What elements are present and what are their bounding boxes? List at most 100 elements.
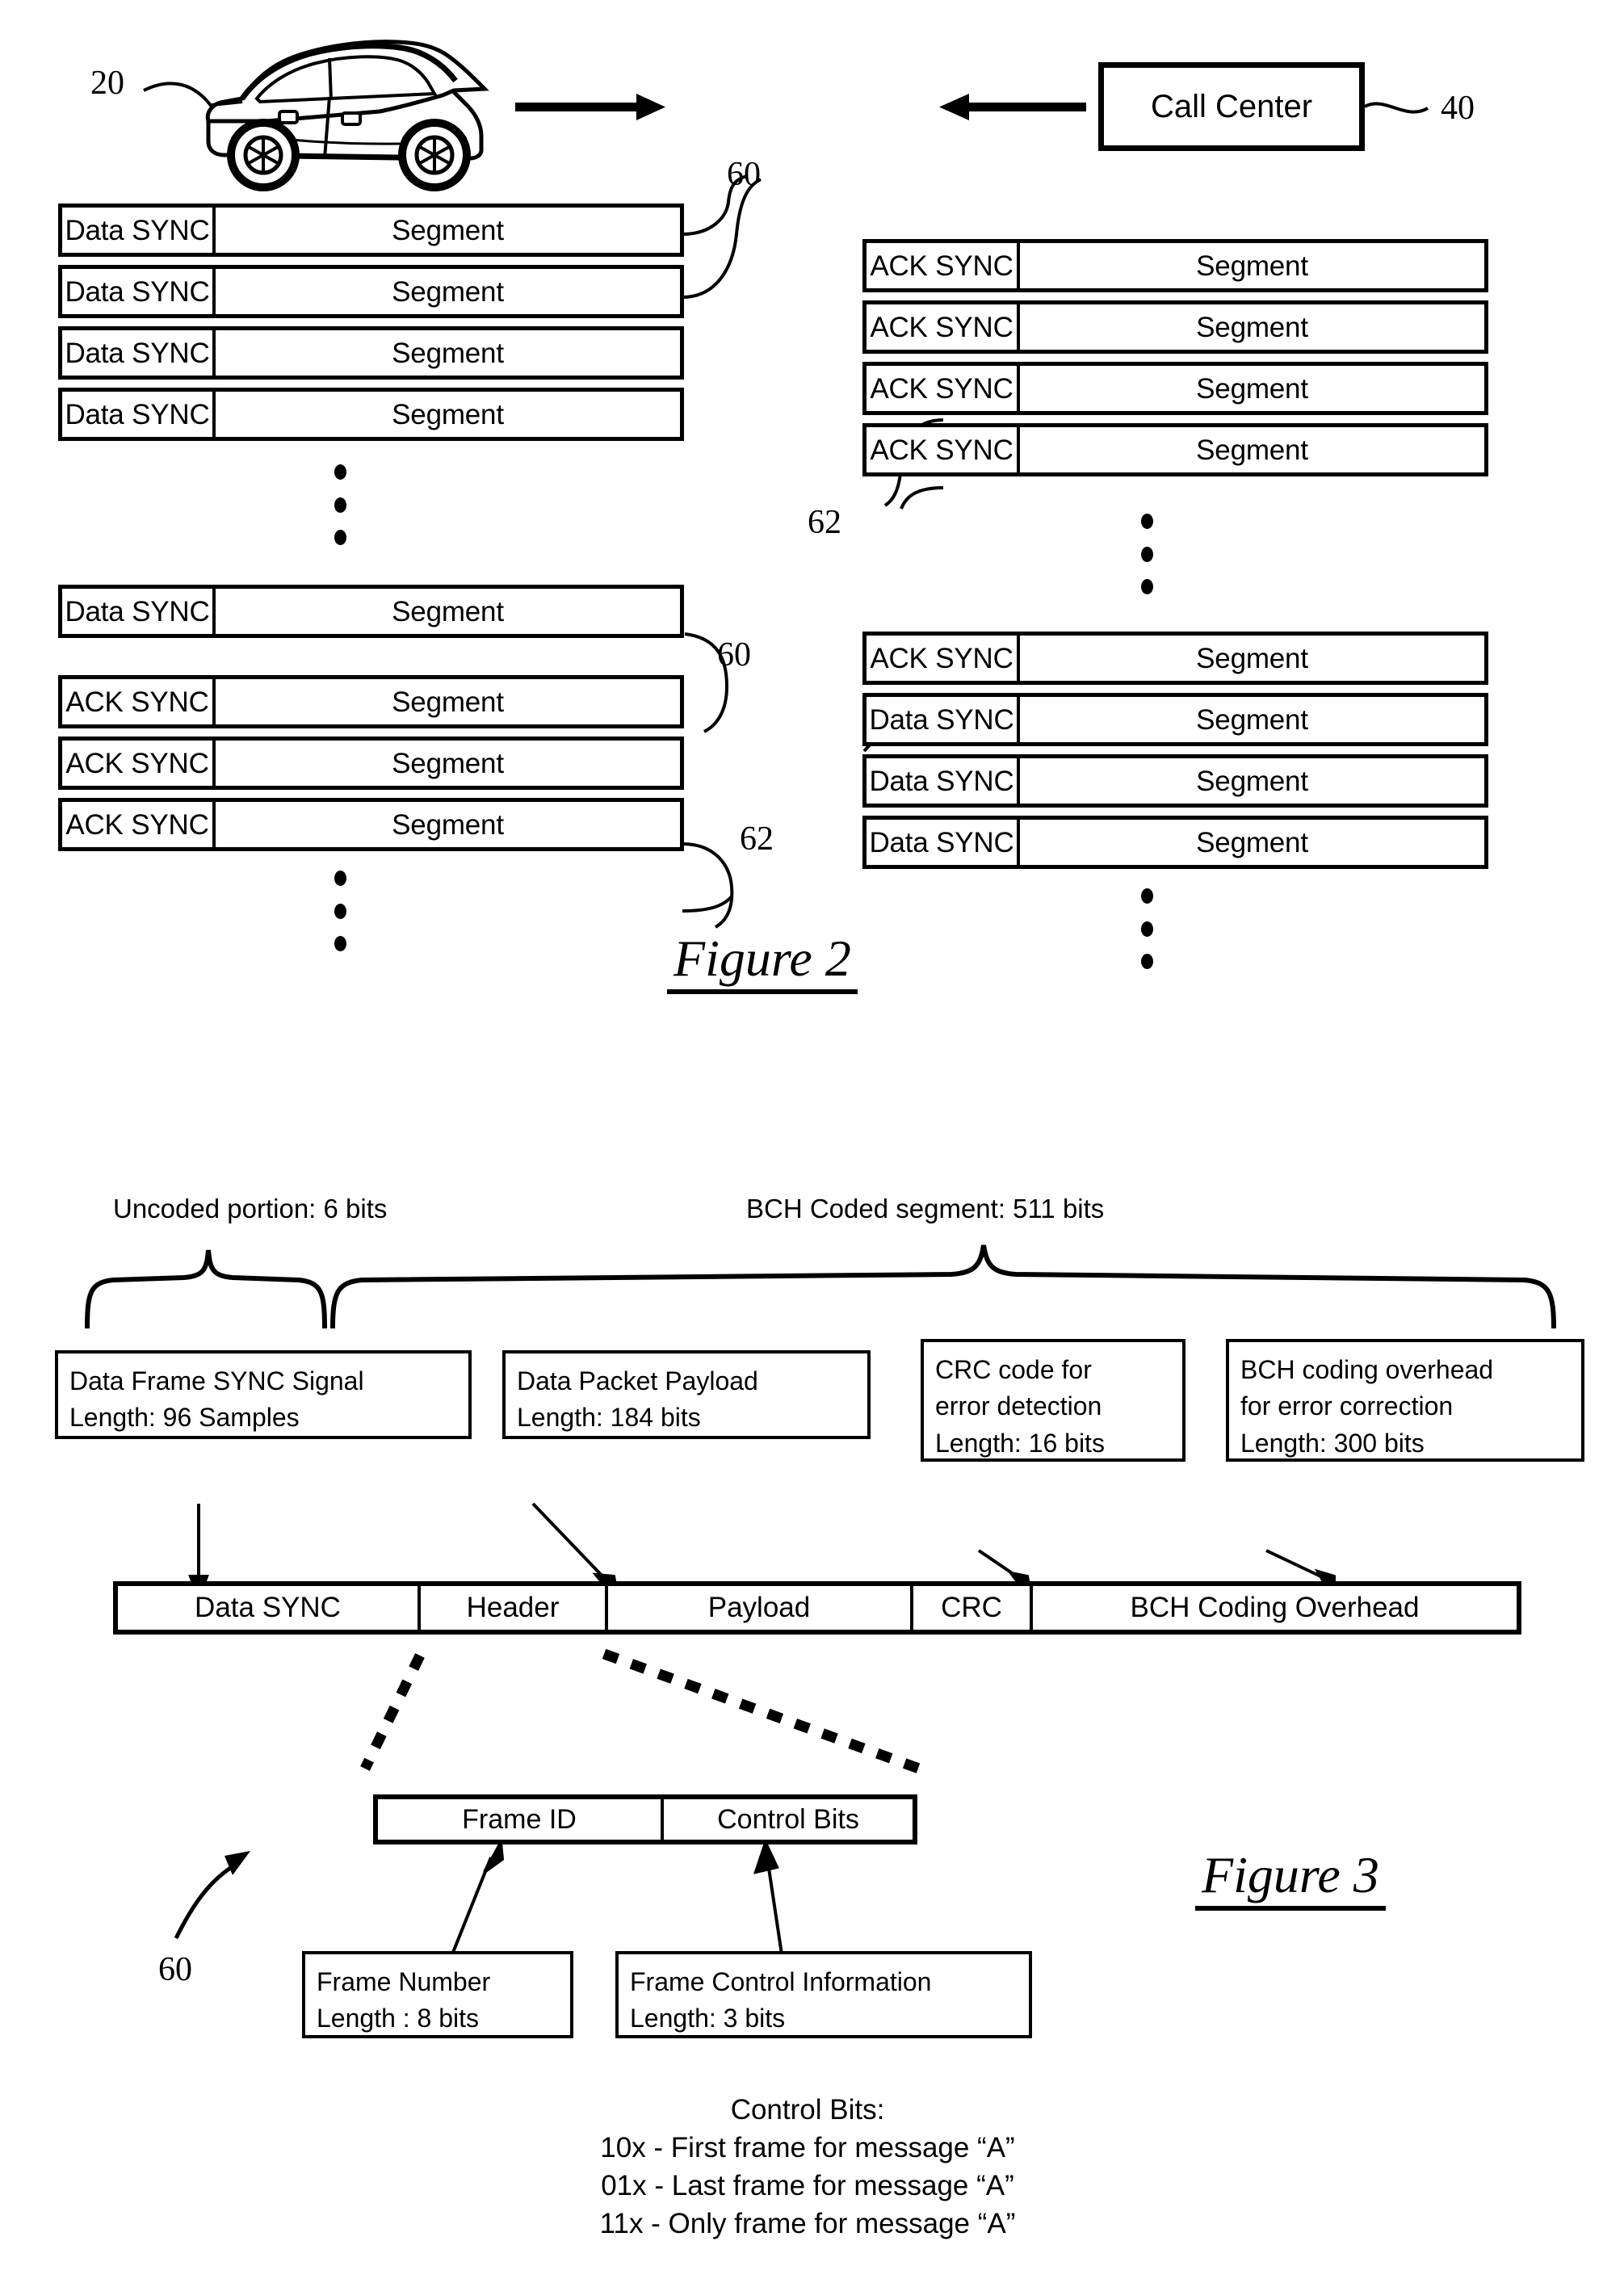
frame-sync-label: Data SYNC bbox=[62, 589, 216, 634]
leader-left-62-b bbox=[682, 895, 733, 913]
vertical-ellipsis bbox=[1140, 514, 1153, 594]
desc-line: Frame Control Information bbox=[630, 1967, 932, 1996]
arrow-bch bbox=[1265, 1549, 1332, 1583]
frame-sync-label: ACK SYNC bbox=[867, 366, 1020, 411]
subbar-seg-control-bits: Control Bits bbox=[717, 1803, 859, 1835]
frame-row: ACK SYNC Segment bbox=[58, 737, 684, 790]
desc-line: Length: 300 bits bbox=[1240, 1428, 1425, 1458]
frame-row: Data SYNC Segment bbox=[58, 388, 684, 441]
header-structure-bar: Frame ID Control Bits bbox=[373, 1794, 917, 1844]
desc-box-frame-number: Frame Number Length : 8 bits bbox=[302, 1951, 573, 2038]
desc-line: Data Packet Payload bbox=[517, 1366, 758, 1395]
legend-title: Control Bits: bbox=[730, 2094, 885, 2126]
leader-ref-20 bbox=[143, 82, 213, 108]
frame-segment-label: Segment bbox=[1196, 372, 1308, 405]
desc-line: Data Frame SYNC Signal bbox=[69, 1366, 364, 1395]
ref-numeral-60: 60 bbox=[727, 156, 761, 193]
desc-box-bch: BCH coding overhead for error correction… bbox=[1226, 1339, 1584, 1462]
header-expansion-lines bbox=[360, 1648, 921, 1774]
leader-ref-40 bbox=[1364, 102, 1429, 114]
frame-row: Data SYNC Segment bbox=[58, 265, 684, 318]
call-center-box: Call Center bbox=[1098, 62, 1365, 151]
vehicle-icon bbox=[205, 40, 489, 162]
frame-sync-label: ACK SYNC bbox=[62, 679, 216, 724]
vertical-ellipsis bbox=[334, 871, 346, 951]
frame-segment-label: Segment bbox=[1196, 765, 1308, 797]
legend-line: 10x - First frame for message “A” bbox=[600, 2131, 1015, 2163]
arrow-crc bbox=[977, 1549, 1026, 1583]
frame-sync-label: ACK SYNC bbox=[867, 304, 1020, 350]
desc-box-frame-control: Frame Control Information Length: 3 bits bbox=[615, 1951, 1032, 2038]
ref-numeral-62: 62 bbox=[740, 820, 774, 858]
frame-segment-label: Segment bbox=[392, 808, 504, 841]
ref-numeral-62: 62 bbox=[808, 504, 841, 541]
frame-segment-label: Segment bbox=[1196, 434, 1308, 466]
desc-line: Length: 16 bits bbox=[935, 1428, 1105, 1458]
leader-right-62-b bbox=[900, 486, 944, 510]
bar-seg-payload: Payload bbox=[608, 1586, 913, 1630]
desc-box-data-sync: Data Frame SYNC Signal Length: 96 Sample… bbox=[55, 1350, 472, 1439]
frame-row: Data SYNC Segment bbox=[862, 816, 1488, 869]
frame-row: ACK SYNC Segment bbox=[862, 362, 1488, 415]
frame-row: Data SYNC Segment bbox=[862, 754, 1488, 808]
frame-row: Data SYNC Segment bbox=[862, 693, 1488, 746]
brace-label-uncoded: Uncoded portion: 6 bits bbox=[113, 1194, 388, 1223]
vertical-ellipsis bbox=[1140, 888, 1153, 969]
downlink-arrow bbox=[939, 94, 1086, 120]
frame-segment-label: Segment bbox=[392, 275, 504, 308]
brace-label-bch: BCH Coded segment: 511 bits bbox=[746, 1194, 1105, 1223]
frame-segment-label: Segment bbox=[1196, 703, 1308, 736]
legend-line: 01x - Last frame for message “A” bbox=[601, 2169, 1014, 2201]
desc-line: Length: 3 bits bbox=[630, 2004, 786, 2033]
frame-sync-label: Data SYNC bbox=[62, 208, 216, 253]
patent-figure-page: 20 Call Center 40 Data SYNC Segment Data… bbox=[0, 0, 1624, 2283]
leader-ref-60-fig3 bbox=[174, 1851, 250, 1940]
frame-segment-label: Segment bbox=[1196, 311, 1308, 343]
frame-sync-label: Data SYNC bbox=[867, 758, 1020, 804]
brace-uncoded bbox=[85, 1249, 327, 1329]
frame-sync-label: Data SYNC bbox=[62, 392, 216, 437]
frame-sync-label: Data SYNC bbox=[867, 820, 1020, 865]
vertical-ellipsis bbox=[334, 464, 346, 545]
frame-row: ACK SYNC Segment bbox=[862, 239, 1488, 292]
frame-segment-label: Segment bbox=[392, 214, 504, 246]
ref-numeral-20: 20 bbox=[90, 65, 124, 102]
desc-line: CRC code for bbox=[935, 1355, 1092, 1384]
frame-row: ACK SYNC Segment bbox=[58, 675, 684, 728]
frame-sync-label: ACK SYNC bbox=[867, 427, 1020, 472]
subbar-seg-frame-id: Frame ID bbox=[378, 1799, 664, 1840]
frame-row: ACK SYNC Segment bbox=[58, 798, 684, 851]
arrow-payload bbox=[531, 1502, 609, 1583]
frame-row: ACK SYNC Segment bbox=[862, 423, 1488, 476]
desc-line: Frame Number bbox=[317, 1967, 491, 1996]
desc-box-payload: Data Packet Payload Length: 184 bits bbox=[502, 1350, 871, 1439]
frame-segment-label: Segment bbox=[392, 747, 504, 779]
frame-segment-label: Segment bbox=[1196, 250, 1308, 282]
figure-3-caption: Figure 3 bbox=[1195, 1849, 1386, 1911]
arrow-frame-number bbox=[451, 1857, 493, 1955]
frame-row: Data SYNC Segment bbox=[58, 585, 684, 638]
desc-line: Length : 8 bits bbox=[317, 2004, 480, 2033]
legend-line: 11x - Only frame for message “A” bbox=[599, 2207, 1016, 2239]
brace-bch bbox=[330, 1244, 1556, 1329]
frame-sync-label: ACK SYNC bbox=[62, 741, 216, 786]
uplink-arrow bbox=[515, 94, 665, 120]
leader-left-62-a bbox=[682, 842, 734, 929]
frame-sync-label: Data SYNC bbox=[62, 269, 216, 314]
frame-segment-label: Segment bbox=[392, 398, 504, 430]
frame-sync-label: Data SYNC bbox=[62, 330, 216, 376]
frame-sync-label: ACK SYNC bbox=[62, 802, 216, 847]
desc-line: for error correction bbox=[1240, 1391, 1454, 1421]
frame-structure-bar: Data SYNC Header Payload CRC BCH Coding … bbox=[113, 1581, 1521, 1635]
desc-line: Length: 184 bits bbox=[517, 1403, 701, 1433]
frame-sync-label: ACK SYNC bbox=[867, 636, 1020, 681]
frame-row: Data SYNC Segment bbox=[58, 204, 684, 257]
frame-row: ACK SYNC Segment bbox=[862, 300, 1488, 354]
ref-numeral-60: 60 bbox=[158, 1951, 192, 1988]
frame-row: Data SYNC Segment bbox=[58, 326, 684, 380]
desc-line: error detection bbox=[935, 1391, 1102, 1421]
bar-seg-data-sync: Data SYNC bbox=[118, 1586, 421, 1630]
vehicle-wheels bbox=[227, 119, 471, 191]
desc-line: BCH coding overhead bbox=[1240, 1355, 1494, 1384]
frame-sync-label: Data SYNC bbox=[867, 697, 1020, 742]
